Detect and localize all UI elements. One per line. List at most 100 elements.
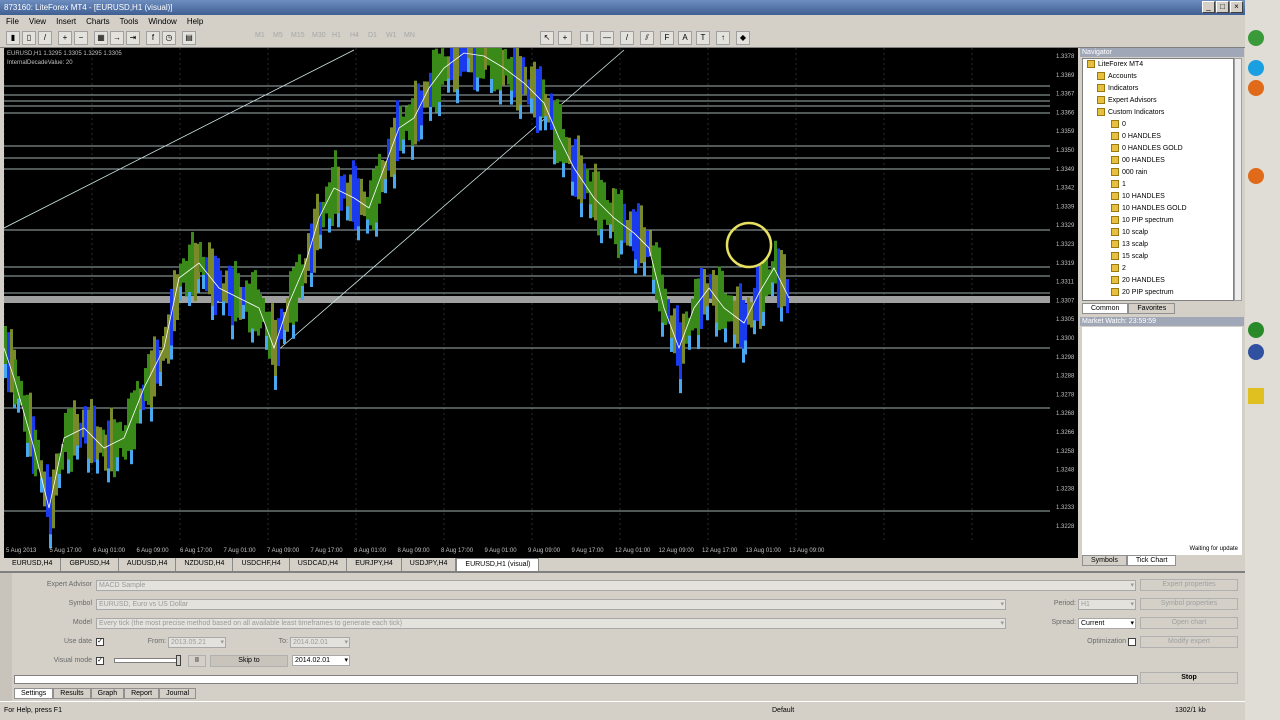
tf-m15[interactable]: M15 [291, 32, 305, 39]
templates-icon[interactable]: ▤ [182, 31, 196, 45]
tf-m1[interactable]: M1 [255, 32, 265, 39]
spread-select[interactable]: Current [1078, 618, 1136, 629]
minimize-button[interactable]: _ [1202, 1, 1215, 13]
tab-common[interactable]: Common [1082, 303, 1129, 314]
maximize-button[interactable]: □ [1216, 1, 1229, 13]
fibonacci-icon[interactable]: F [660, 31, 674, 45]
vertical-line-icon[interactable]: | [580, 31, 594, 45]
cursor-icon[interactable]: ↖ [540, 31, 554, 45]
tree-item[interactable]: 20 PIP spectrum [1083, 287, 1233, 299]
green-app-icon[interactable] [1248, 30, 1264, 46]
tree-item[interactable]: 1 [1083, 179, 1233, 191]
zoom-out-icon[interactable]: − [74, 31, 88, 45]
tree-item[interactable]: 20 HANDLES [1083, 275, 1233, 287]
chart-tab[interactable]: EURJPY,H4 [347, 558, 402, 571]
menu-file[interactable]: File [6, 15, 19, 28]
menu-window[interactable]: Window [148, 15, 176, 28]
tree-item[interactable]: 10 HANDLES [1083, 191, 1233, 203]
tree-item[interactable]: 10 PIP spectrum [1083, 215, 1233, 227]
chart-tab[interactable]: AUDUSD,H4 [119, 558, 177, 571]
tab-tick-chart[interactable]: Tick Chart [1126, 555, 1177, 566]
tf-m5[interactable]: M5 [273, 32, 283, 39]
firefox-icon[interactable] [1248, 168, 1264, 184]
pause-button[interactable]: II [188, 655, 206, 667]
modify-expert-button[interactable]: Modify expert [1140, 636, 1238, 648]
speed-slider-handle[interactable] [176, 655, 181, 666]
speed-slider[interactable] [114, 658, 180, 663]
use-date-checkbox[interactable]: ✓ [96, 638, 104, 646]
periods-icon[interactable]: ◷ [162, 31, 176, 45]
crosshair-icon[interactable]: + [558, 31, 572, 45]
tile-icon[interactable]: ▦ [94, 31, 108, 45]
label-icon[interactable]: T [696, 31, 710, 45]
tree-item[interactable]: 2 [1083, 263, 1233, 275]
price-chart[interactable]: 1.3378 1.3369 1.3367 1.3366 1.3359 1.3350 1.33… [4, 48, 1078, 558]
tab-graph[interactable]: Graph [90, 688, 125, 699]
expert-select[interactable]: MACD Sample [96, 580, 1136, 591]
tree-item[interactable]: 13 scalp [1083, 239, 1233, 251]
to-date-input[interactable]: 2014.02.01 [290, 637, 350, 648]
warning-icon[interactable] [1248, 388, 1264, 404]
zoom-in-icon[interactable]: + [58, 31, 72, 45]
symbol-properties-button[interactable]: Symbol properties [1140, 598, 1238, 610]
skype-icon[interactable] [1248, 60, 1264, 76]
tf-mn[interactable]: MN [404, 32, 415, 39]
chart-tab[interactable]: USDJPY,H4 [402, 558, 457, 571]
tab-results[interactable]: Results [53, 688, 91, 699]
symbol-select[interactable]: EURUSD, Euro vs US Dollar [96, 599, 1006, 610]
skip-to-date-input[interactable]: 2014.02.01 [292, 655, 350, 666]
tree-item[interactable]: 0 [1083, 119, 1233, 131]
chart-tab[interactable]: EURUSD,H4 [4, 558, 62, 571]
tf-d1[interactable]: D1 [368, 32, 377, 39]
menu-tools[interactable]: Tools [120, 15, 139, 28]
trendline-icon[interactable]: / [620, 31, 634, 45]
tab-journal[interactable]: Journal [159, 688, 197, 699]
tree-item[interactable]: 15 scalp [1083, 251, 1233, 263]
stop-button[interactable]: Stop [1140, 672, 1238, 684]
tree-root[interactable]: LiteForex MT4 [1083, 59, 1233, 71]
channel-icon[interactable]: ⫽ [640, 31, 654, 45]
chart-tab[interactable]: GBPUSD,H4 [61, 558, 119, 571]
chart-tab[interactable]: USDCHF,H4 [233, 558, 290, 571]
tree-group[interactable]: Expert Advisors [1083, 95, 1233, 107]
menu-charts[interactable]: Charts [86, 15, 110, 28]
tree-item[interactable]: 000 rain [1083, 167, 1233, 179]
optimization-checkbox[interactable] [1128, 638, 1136, 646]
line-chart-icon[interactable]: / [38, 31, 52, 45]
period-select[interactable]: H1 [1078, 599, 1136, 610]
close-button[interactable]: × [1230, 1, 1243, 13]
tf-h4[interactable]: H4 [350, 32, 359, 39]
arrows-icon[interactable]: ↑ [716, 31, 730, 45]
chart-tab[interactable]: NZDUSD,H4 [176, 558, 234, 571]
tab-favorites[interactable]: Favorites [1128, 303, 1176, 314]
tree-group[interactable]: Accounts [1083, 71, 1233, 83]
text-icon[interactable]: A [678, 31, 692, 45]
chart-shift-icon[interactable]: ⇥ [126, 31, 140, 45]
tree-group[interactable]: Custom Indicators [1083, 107, 1233, 119]
from-date-input[interactable]: 2013.05.21 [168, 637, 226, 648]
navigator-scrollbar[interactable] [1234, 58, 1242, 301]
firefox-icon[interactable] [1248, 80, 1264, 96]
visual-mode-checkbox[interactable]: ✓ [96, 657, 104, 665]
candles-icon[interactable]: ▯ [22, 31, 36, 45]
tab-report[interactable]: Report [124, 688, 160, 699]
shapes-icon[interactable]: ◆ [736, 31, 750, 45]
tf-w1[interactable]: W1 [386, 32, 397, 39]
tf-h1[interactable]: H1 [332, 32, 341, 39]
app-icon[interactable] [1248, 344, 1264, 360]
app-icon[interactable] [1248, 322, 1264, 338]
navigator-tree[interactable]: LiteForex MT4 Accounts Indicators Expert… [1082, 58, 1234, 301]
chart-tab-active[interactable]: EURUSD,H1 (visual) [456, 558, 540, 571]
tree-item[interactable]: 10 HANDLES GOLD [1083, 203, 1233, 215]
menu-help[interactable]: Help [187, 15, 203, 28]
expert-properties-button[interactable]: Expert properties [1140, 579, 1238, 591]
autoscroll-icon[interactable]: → [110, 31, 124, 45]
tab-symbols[interactable]: Symbols [1082, 555, 1127, 566]
model-select[interactable]: Every tick (the most precise method base… [96, 618, 1006, 629]
horizontal-line-icon[interactable]: — [600, 31, 614, 45]
bar-chart-icon[interactable]: ▮ [6, 31, 20, 45]
menu-view[interactable]: View [29, 15, 46, 28]
menu-insert[interactable]: Insert [56, 15, 76, 28]
chart-tab[interactable]: USDCAD,H4 [290, 558, 348, 571]
indicators-icon[interactable]: f [146, 31, 160, 45]
